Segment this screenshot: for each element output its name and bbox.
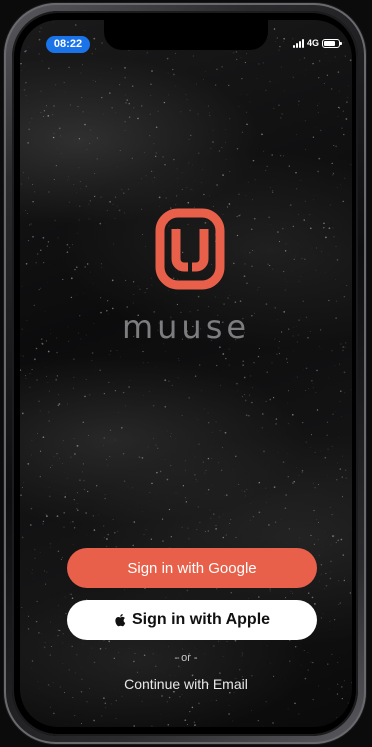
network-type: 4G	[306, 38, 319, 48]
battery-icon	[322, 38, 342, 48]
or-divider: - or -	[174, 652, 198, 664]
muuse-logo-icon	[155, 208, 225, 290]
device-notch	[104, 20, 268, 50]
brand-wordmark: muuse	[121, 308, 251, 346]
signal-icon	[292, 38, 304, 48]
sign-in-apple-label: Sign in with Apple	[131, 611, 271, 628]
sign-in-google-button[interactable]: Sign in with Google	[67, 548, 317, 588]
sign-in-google-label: Sign in with Google	[127, 559, 257, 577]
continue-with-email-link[interactable]: Continue with Email	[20, 676, 352, 692]
status-time: 08:22	[46, 36, 90, 53]
status-icons: 4G	[292, 38, 342, 48]
app-screen: 08:22 4G muuse Sign in with Google Sign …	[20, 20, 352, 727]
sign-in-apple-button[interactable]: Sign in with Apple	[67, 600, 317, 640]
apple-icon	[115, 614, 126, 627]
